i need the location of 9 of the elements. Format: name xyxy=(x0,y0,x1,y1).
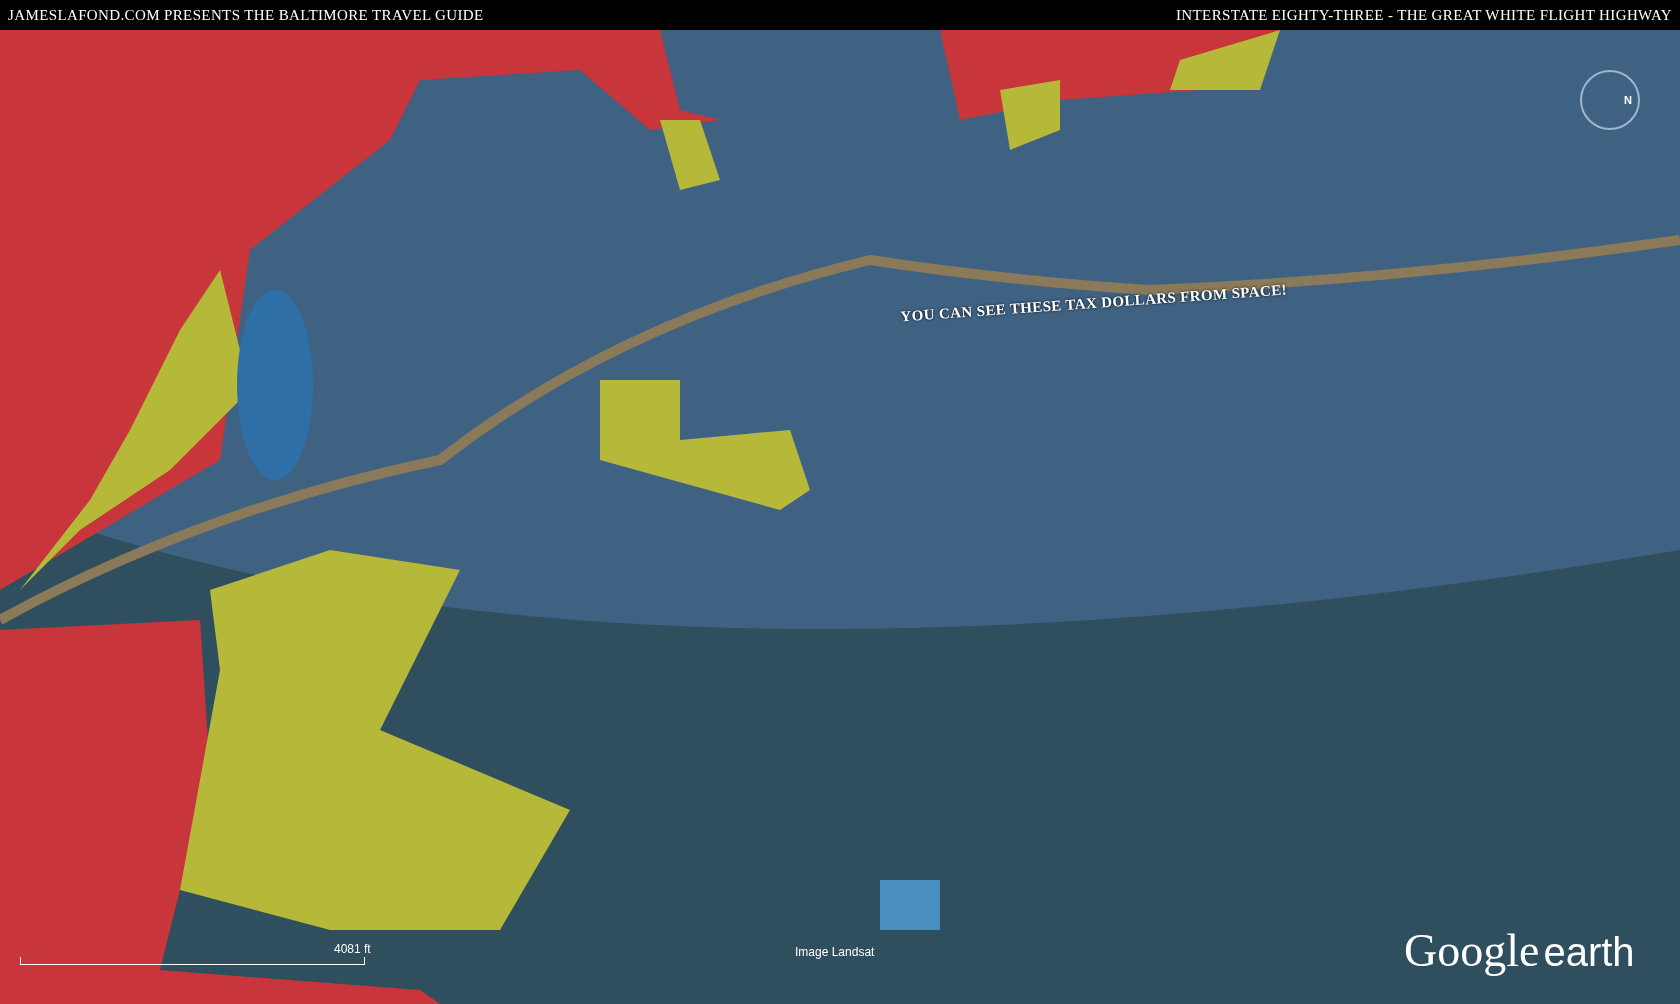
compass-ring-icon xyxy=(1580,70,1640,130)
guide-title: JAMESLAFOND.COM PRESENTS THE BALTIMORE TRAVEL GUIDE xyxy=(8,5,484,25)
page-title: INTERSTATE EIGHTY-THREE - THE GREAT WHITE FLIGHT HIGHWAY xyxy=(1176,5,1672,25)
logo-brand: Google xyxy=(1404,928,1540,974)
map-annotation: YOU CAN SEE THESE TAX DOLLARS FROM SPACE! xyxy=(899,280,1288,327)
logo-product: earth xyxy=(1543,932,1635,972)
attribution-text: Image Landsat xyxy=(795,944,875,961)
compass-north-label: N xyxy=(1624,93,1632,108)
scale-label: 4081 ft xyxy=(334,941,371,958)
